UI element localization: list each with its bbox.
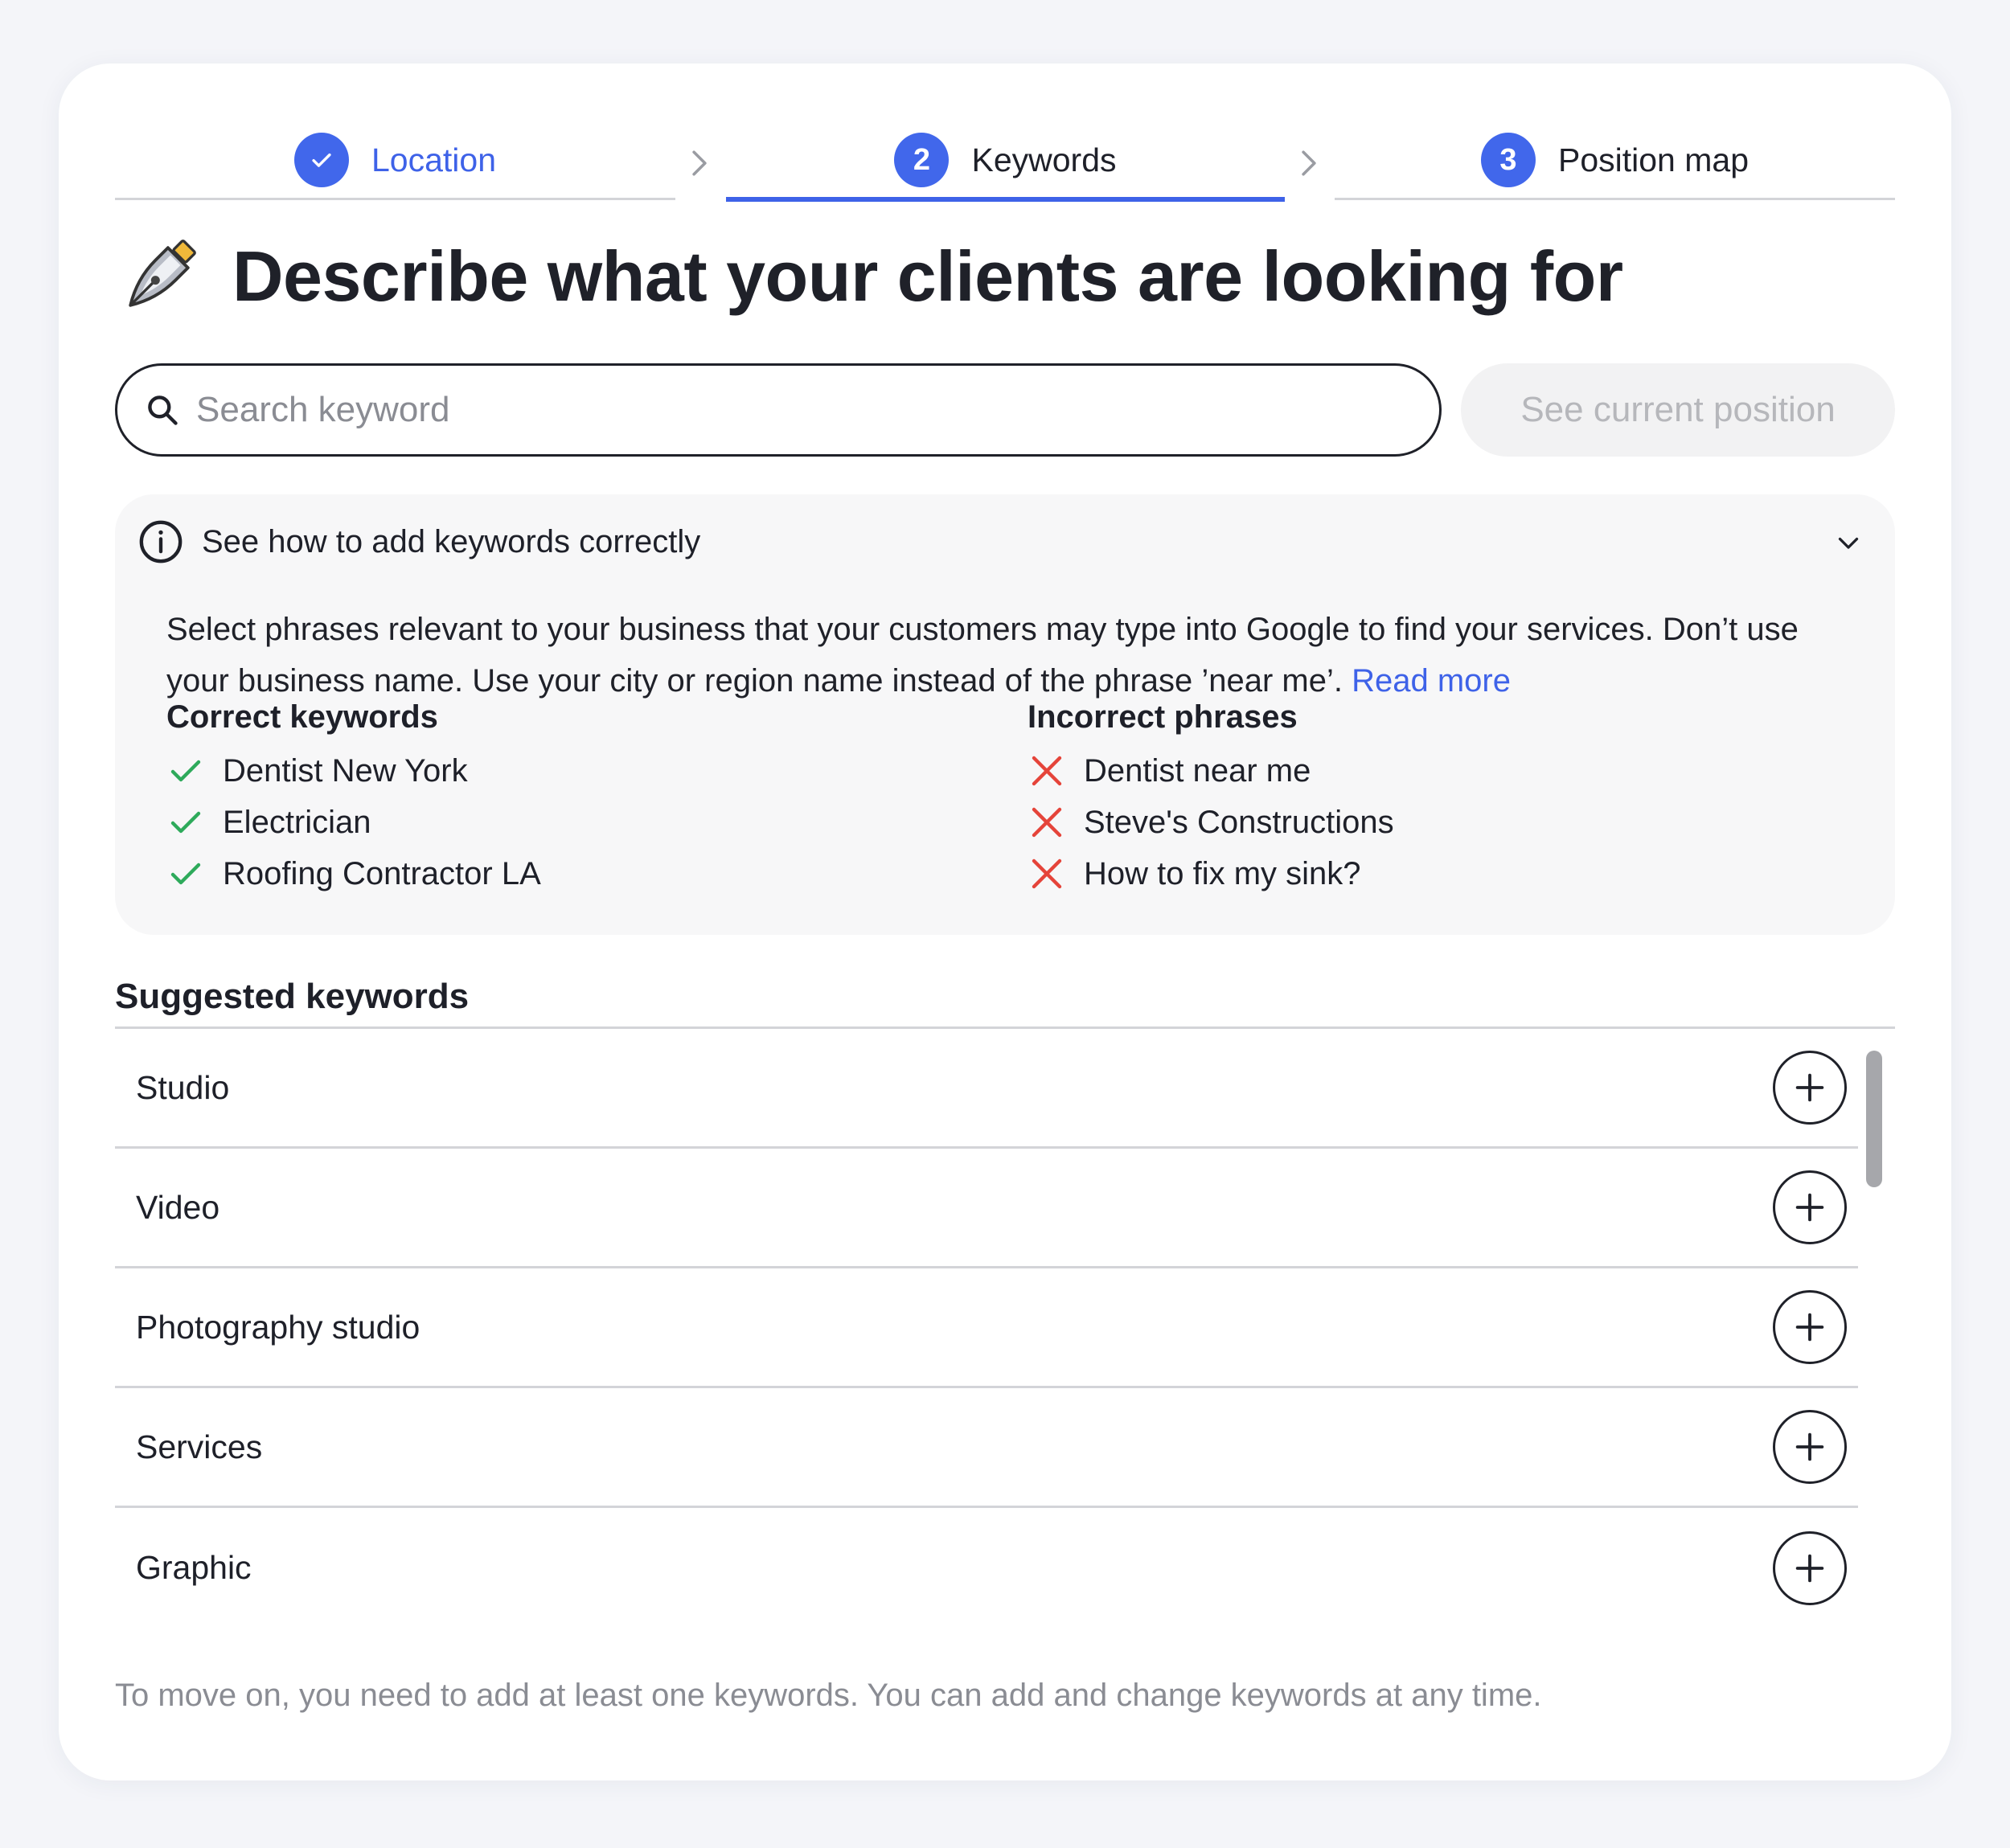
cross-icon (1032, 858, 1062, 889)
keyword-label: Video (136, 1188, 220, 1226)
page-header: Describe what your clients are looking f… (115, 232, 1623, 321)
item-label: How to fix my sink? (1084, 855, 1361, 891)
footer-hint: To move on, you need to add at least one… (115, 1678, 1542, 1713)
incorrect-phrases-title: Incorrect phrases (1028, 699, 1298, 735)
correct-keywords-title: Correct keywords (166, 699, 438, 735)
item-label: Electrician (223, 804, 371, 840)
add-keyword-button[interactable] (1773, 1290, 1847, 1364)
list-item: Services (115, 1388, 1858, 1508)
check-icon (170, 811, 201, 834)
add-keyword-button[interactable] (1773, 1170, 1847, 1244)
step-position-map[interactable]: 3 Position map (1335, 120, 1895, 200)
step-number-badge: 2 (894, 133, 950, 187)
search-input[interactable] (196, 390, 1402, 430)
step-location[interactable]: Location (115, 120, 675, 200)
step-keywords[interactable]: 2 Keywords (726, 120, 1285, 202)
keyword-label: Studio (136, 1068, 230, 1106)
list-item: Steve's Constructions (1028, 797, 1394, 848)
add-keyword-button[interactable] (1773, 1410, 1847, 1484)
list-item: Studio (115, 1029, 1858, 1149)
list-item: Roofing Contractor LA (166, 848, 541, 899)
add-keyword-button[interactable] (1773, 1051, 1847, 1125)
keyword-label: Photography studio (136, 1308, 420, 1346)
list-item: Photography studio (115, 1268, 1858, 1388)
step-number-badge: 3 (1480, 133, 1536, 187)
search-field[interactable] (115, 363, 1442, 457)
step-done-check-icon (293, 133, 349, 187)
keyword-label: Services (136, 1428, 263, 1465)
list-item: Graphic (115, 1508, 1858, 1628)
chevron-down-icon[interactable] (1834, 528, 1863, 557)
step-label: Position map (1557, 141, 1749, 178)
list-item: Dentist near me (1028, 745, 1394, 797)
item-label: Dentist New York (223, 752, 468, 789)
add-keyword-button[interactable] (1773, 1530, 1847, 1605)
cross-icon (1032, 756, 1062, 786)
plus-icon (1795, 1554, 1824, 1582)
step-label: Location (371, 141, 496, 178)
read-more-link[interactable]: Read more (1352, 663, 1511, 699)
correct-keywords-list: Correct keywords Dentist New York Electr… (166, 697, 541, 899)
keyword-label: Graphic (136, 1549, 252, 1586)
plus-icon (1795, 1313, 1824, 1342)
list-item: Electrician (166, 797, 541, 848)
check-icon (170, 863, 201, 885)
cross-icon (1032, 807, 1062, 838)
keywords-card: Location 2 Keywords 3 Position map Descr… (59, 64, 1951, 1780)
tips-toggle[interactable]: See how to add keywords correctly (137, 518, 700, 565)
list-item: Video (115, 1149, 1858, 1268)
list-item: Dentist New York (166, 745, 541, 797)
check-icon (170, 760, 201, 782)
tips-body: Select phrases relevant to your business… (166, 604, 1863, 707)
suggested-keywords-list: Studio Video Photography studio Services… (115, 1029, 1858, 1628)
tips-body-text: Select phrases relevant to your business… (166, 612, 1799, 699)
page-title: Describe what your clients are looking f… (232, 236, 1623, 316)
item-label: Steve's Constructions (1084, 804, 1394, 840)
plus-icon (1795, 1432, 1824, 1461)
list-item: How to fix my sink? (1028, 848, 1394, 899)
see-current-position-button[interactable]: See current position (1461, 363, 1895, 457)
search-icon (148, 395, 178, 425)
tips-heading: See how to add keywords correctly (202, 523, 701, 559)
incorrect-phrases-list: Incorrect phrases Dentist near me Steve'… (1028, 697, 1394, 899)
suggested-keywords-title: Suggested keywords (115, 977, 470, 1016)
plus-icon (1795, 1073, 1824, 1102)
chevron-right-icon (683, 142, 716, 184)
fountain-pen-icon (129, 240, 196, 307)
info-icon (139, 520, 183, 563)
scrollbar-thumb[interactable] (1866, 1051, 1882, 1187)
step-label: Keywords (971, 141, 1117, 178)
plus-icon (1795, 1193, 1824, 1222)
item-label: Roofing Contractor LA (223, 855, 541, 891)
item-label: Dentist near me (1084, 752, 1311, 789)
chevron-right-icon (1293, 142, 1325, 184)
keyword-tips-panel: See how to add keywords correctly Select… (115, 494, 1895, 935)
